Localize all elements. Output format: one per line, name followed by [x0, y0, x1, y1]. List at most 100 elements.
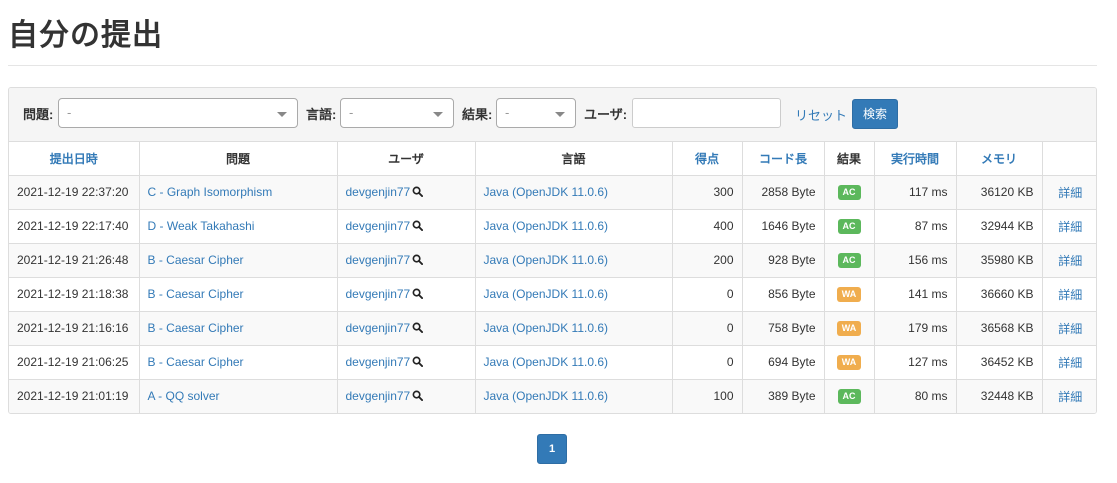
task-link[interactable]: B - Caesar Cipher — [148, 355, 244, 369]
result-badge: WA — [836, 355, 862, 370]
mem-column-cell: 36660 KB — [956, 277, 1043, 312]
task-link[interactable]: C - Graph Isomorphism — [148, 185, 273, 199]
exec-column-cell: 179 ms — [874, 311, 957, 346]
memory-cell: 36120 KB — [980, 185, 1034, 199]
score-cell: 0 — [726, 355, 734, 369]
language-link[interactable]: Java (OpenJDK 11.0.6) — [484, 219, 609, 233]
language-link[interactable]: Java (OpenJDK 11.0.6) — [484, 321, 609, 335]
task-filter-value: - — [67, 105, 72, 120]
header-score[interactable]: 得点 — [672, 142, 743, 176]
search-icon[interactable] — [412, 186, 424, 197]
submissions-panel: 問題: - 言語: - 結果: - ユーザ: リセット 検索 提出日時 問題 ユ… — [8, 87, 1097, 414]
task-link[interactable]: A - QQ solver — [148, 389, 220, 403]
exec-time-cell: 179 ms — [908, 321, 948, 335]
detail-link[interactable]: 詳細 — [1058, 288, 1082, 302]
exec-column-cell: 87 ms — [874, 209, 957, 244]
language-link[interactable]: Java (OpenJDK 11.0.6) — [484, 185, 609, 199]
score-column-cell: 0 — [672, 345, 743, 380]
code-length-cell: 856 Byte — [768, 287, 816, 301]
chevron-down-icon — [433, 112, 443, 117]
lang-column-cell: Java (OpenJDK 11.0.6) — [475, 175, 673, 210]
task-column-cell: B - Caesar Cipher — [139, 311, 338, 346]
user-column-cell: devgenjin77 — [337, 277, 476, 312]
submitted-at-cell: 2021-12-19 22:17:40 — [17, 219, 129, 233]
score-cell: 0 — [726, 287, 734, 301]
task-filter-label: 問題: — [23, 107, 54, 122]
submitted-at-cell: 2021-12-19 21:01:19 — [17, 389, 129, 404]
result-badge: WA — [836, 321, 862, 336]
result-column-cell: AC — [824, 175, 875, 210]
pagination-page-1[interactable]: 1 — [537, 434, 567, 464]
result-badge: AC — [837, 253, 861, 268]
user-link[interactable]: devgenjin77 — [346, 321, 411, 335]
header-result: 結果 — [824, 142, 875, 176]
user-link[interactable]: devgenjin77 — [346, 219, 411, 233]
search-icon[interactable] — [412, 356, 424, 367]
search-icon[interactable] — [412, 254, 424, 265]
language-link[interactable]: Java (OpenJDK 11.0.6) — [484, 253, 609, 267]
task-link[interactable]: B - Caesar Cipher — [148, 253, 244, 267]
score-cell: 200 — [713, 253, 734, 267]
header-submitted-at[interactable]: 提出日時 — [9, 142, 140, 176]
search-button[interactable]: 検索 — [852, 99, 898, 129]
user-link[interactable]: devgenjin77 — [346, 355, 411, 369]
exec-column-cell: 156 ms — [874, 243, 957, 278]
lang-column-cell: Java (OpenJDK 11.0.6) — [475, 209, 673, 244]
user-link[interactable]: devgenjin77 — [346, 253, 411, 267]
language-filter-select[interactable]: - — [340, 98, 454, 128]
user-link[interactable]: devgenjin77 — [346, 287, 411, 301]
search-icon[interactable] — [412, 390, 424, 402]
reset-link[interactable]: リセット — [795, 105, 847, 124]
user-column-cell: devgenjin77 — [337, 209, 476, 244]
task-link[interactable]: D - Weak Takahashi — [148, 219, 255, 233]
task-link[interactable]: B - Caesar Cipher — [148, 321, 244, 335]
table-row: 2021-12-19 21:18:38 B - Caesar Cipher devg… — [9, 277, 1096, 312]
mem-column-cell: 32448 KB — [956, 379, 1043, 413]
result-column-cell: WA — [824, 311, 875, 346]
header-user: ユーザ — [337, 142, 476, 176]
header-memory[interactable]: メモリ — [956, 142, 1043, 176]
user-filter-input[interactable] — [632, 98, 781, 128]
code-column-cell: 758 Byte — [742, 311, 825, 346]
memory-cell: 35980 KB — [980, 253, 1034, 267]
header-code-length[interactable]: コード長 — [742, 142, 825, 176]
user-column-cell: devgenjin77 — [337, 379, 476, 413]
user-link[interactable]: devgenjin77 — [346, 389, 411, 403]
task-column-cell: A - QQ solver — [139, 379, 338, 413]
exec-column-cell: 80 ms — [874, 379, 957, 413]
score-cell: 0 — [726, 321, 734, 335]
code-length-cell: 1646 Byte — [761, 219, 816, 233]
search-icon[interactable] — [412, 220, 424, 231]
task-filter-select[interactable]: - — [58, 98, 298, 128]
detail-link[interactable]: 詳細 — [1058, 254, 1082, 268]
submissions-table: 提出日時 問題 ユーザ 言語 得点 コード長 結果 実行時間 メモリ 2021-… — [9, 142, 1096, 413]
table-row: 2021-12-19 22:17:40 D - Weak Takahashi dev… — [9, 209, 1096, 244]
detail-link[interactable]: 詳細 — [1058, 322, 1082, 336]
detail-link[interactable]: 詳細 — [1058, 220, 1082, 234]
search-icon[interactable] — [412, 288, 424, 299]
score-column-cell: 0 — [672, 277, 743, 312]
chevron-down-icon — [277, 112, 287, 117]
task-link[interactable]: B - Caesar Cipher — [148, 287, 244, 301]
mem-column-cell: 35980 KB — [956, 243, 1043, 278]
score-column-cell: 200 — [672, 243, 743, 278]
detail-link[interactable]: 詳細 — [1058, 390, 1082, 404]
language-link[interactable]: Java (OpenJDK 11.0.6) — [484, 287, 609, 301]
table-row: 2021-12-19 21:01:19 A - QQ solver devgenji… — [9, 379, 1096, 413]
language-link[interactable]: Java (OpenJDK 11.0.6) — [484, 355, 609, 369]
result-column-cell: WA — [824, 345, 875, 380]
result-filter-label: 結果: — [462, 107, 493, 122]
time-column-cell: 2021-12-19 21:01:19 — [9, 379, 140, 413]
exec-time-cell: 87 ms — [914, 219, 948, 233]
user-link[interactable]: devgenjin77 — [346, 185, 411, 199]
exec-column-cell: 127 ms — [874, 345, 957, 380]
code-column-cell: 389 Byte — [742, 379, 825, 413]
detail-link[interactable]: 詳細 — [1058, 356, 1082, 370]
search-icon[interactable] — [412, 322, 424, 333]
result-filter-select[interactable]: - — [496, 98, 576, 128]
task-column-cell: C - Graph Isomorphism — [139, 175, 338, 210]
detail-link[interactable]: 詳細 — [1058, 186, 1082, 200]
header-exec-time[interactable]: 実行時間 — [874, 142, 957, 176]
language-link[interactable]: Java (OpenJDK 11.0.6) — [484, 389, 609, 403]
exec-time-cell: 127 ms — [908, 355, 948, 369]
